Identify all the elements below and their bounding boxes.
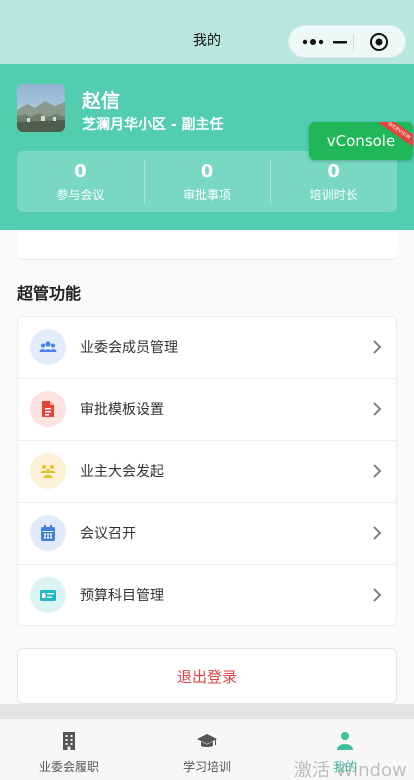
stats-panel: 0 参与会议 0 审批事项 0 培训时长 xyxy=(17,151,397,212)
stat-approvals[interactable]: 0 审批事项 xyxy=(143,151,271,212)
graduation-cap-icon xyxy=(197,734,217,747)
stat-meetings[interactable]: 0 参与会议 xyxy=(17,151,144,212)
menu-item-approval-templates[interactable]: 审批模板设置 xyxy=(18,379,396,441)
group-icon xyxy=(30,453,66,489)
divider xyxy=(0,704,414,718)
stat-label: 培训时长 xyxy=(309,188,358,202)
menu-item-label: 预算科目管理 xyxy=(80,588,164,604)
tab-committee-duties[interactable]: 业委会履职 xyxy=(0,719,138,780)
tab-training[interactable]: 学习培训 xyxy=(138,719,276,780)
users-icon xyxy=(30,329,66,365)
menu-item-budget-subjects[interactable]: 预算科目管理 xyxy=(18,565,396,627)
menu-item-label: 审批模板设置 xyxy=(80,402,164,418)
avatar[interactable] xyxy=(17,84,65,132)
chevron-right-icon xyxy=(373,464,382,478)
activation-watermark: 激活 Window xyxy=(294,760,407,780)
building-icon xyxy=(63,732,75,750)
menu-item-label: 业委会成员管理 xyxy=(80,340,178,356)
user-name: 赵信 xyxy=(82,90,121,112)
navigation-bar: 我的 xyxy=(0,0,414,64)
chevron-right-icon xyxy=(373,588,382,602)
avatar-image xyxy=(17,84,65,132)
user-role: 芝澜月华小区 - 副主任 xyxy=(82,117,224,133)
chevron-right-icon xyxy=(373,526,382,540)
person-icon xyxy=(337,732,353,750)
vconsole-button[interactable]: vConsole WEBVIEW xyxy=(309,122,413,160)
document-icon xyxy=(30,391,66,427)
chevron-right-icon xyxy=(373,402,382,416)
stat-training-hours[interactable]: 0 培训时长 xyxy=(270,151,397,212)
menu-item-committee-members[interactable]: 业委会成员管理 xyxy=(18,317,396,379)
vconsole-label: vConsole xyxy=(326,132,396,150)
menu-item-label: 会议召开 xyxy=(80,526,136,542)
close-miniprogram-icon[interactable] xyxy=(369,32,389,52)
menu-item-meeting[interactable]: 会议召开 xyxy=(18,503,396,565)
capsule-divider xyxy=(353,34,354,51)
stat-value: 0 xyxy=(74,161,87,182)
more-icon[interactable] xyxy=(301,34,327,50)
summary-card-bottom xyxy=(17,230,397,260)
menu-item-label: 业主大会发起 xyxy=(80,464,164,480)
stat-label: 参与会议 xyxy=(56,188,105,202)
minimize-icon[interactable] xyxy=(333,33,347,51)
stat-value: 0 xyxy=(200,161,214,182)
section-title: 超管功能 xyxy=(17,284,82,303)
miniprogram-capsule xyxy=(288,25,406,58)
stat-value: 0 xyxy=(327,161,340,182)
logout-button[interactable]: 退出登录 xyxy=(17,648,397,704)
admin-menu: 业委会成员管理 审批模板设置 业主大会发起 会议召开 预算科目管理 xyxy=(17,316,397,626)
calendar-icon xyxy=(30,515,66,551)
tab-label: 业委会履职 xyxy=(38,760,99,774)
menu-item-owners-assembly[interactable]: 业主大会发起 xyxy=(18,441,396,503)
card-icon xyxy=(30,577,66,613)
chevron-right-icon xyxy=(373,340,382,354)
stat-label: 审批事项 xyxy=(183,188,232,202)
tab-label: 学习培训 xyxy=(182,760,231,774)
